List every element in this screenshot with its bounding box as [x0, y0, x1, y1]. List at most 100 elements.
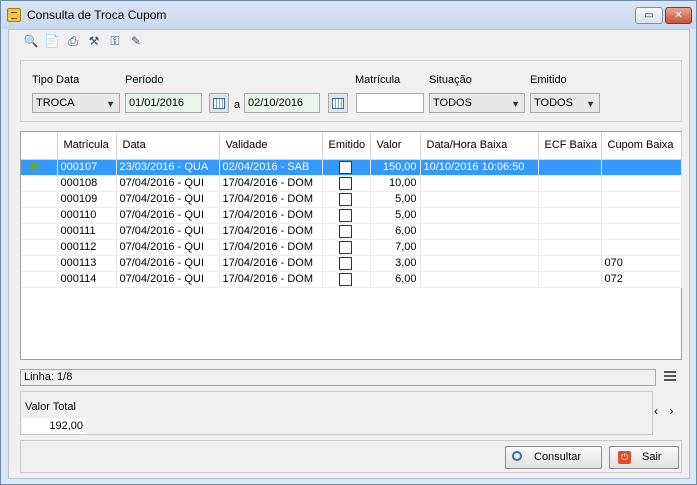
- cell-valor: 5,00: [370, 191, 421, 208]
- cell-matricula: 000114: [57, 271, 117, 288]
- emitido-checkbox[interactable]: [339, 192, 352, 206]
- matricula-label: Matrícula: [355, 74, 401, 86]
- cell-data-hora-baixa: [420, 207, 539, 224]
- table-row[interactable]: 000107 23/03/2016 - QUA 02/04/2016 - SAB 15…: [21, 159, 682, 176]
- row-indicator: [21, 239, 58, 256]
- maximize-button[interactable]: ▭: [635, 7, 663, 24]
- cell-ecf-baixa: [538, 271, 602, 288]
- cell-data-hora-baixa: 10/10/2016 10:06:50: [420, 159, 539, 176]
- cell-emitido: [322, 175, 371, 192]
- cell-ecf-baixa: [538, 255, 602, 272]
- col-data[interactable]: Data: [116, 132, 220, 160]
- document-icon[interactable]: 📄: [44, 33, 60, 49]
- col-emitido[interactable]: Emitido: [322, 132, 371, 160]
- col-valor[interactable]: Valor: [370, 132, 421, 160]
- menu-icon[interactable]: [664, 371, 676, 383]
- row-indicator: [21, 191, 58, 208]
- cell-cupom-baixa: [601, 159, 682, 176]
- cell-valor: 6,00: [370, 223, 421, 240]
- cell-cupom-baixa: [601, 207, 682, 224]
- cell-data-hora-baixa: [420, 191, 539, 208]
- col-matricula[interactable]: Matrícula: [57, 132, 117, 160]
- cell-data: 07/04/2016 - QUI: [116, 255, 220, 272]
- table-row[interactable]: 000111 07/04/2016 - QUI 17/04/2016 - DOM 6,…: [21, 223, 682, 240]
- table-row[interactable]: 000109 07/04/2016 - QUI 17/04/2016 - DOM 5,…: [21, 191, 682, 208]
- cell-data-hora-baixa: [420, 175, 539, 192]
- emitido-checkbox[interactable]: [339, 160, 352, 174]
- results-grid[interactable]: Matrícula Data Validade Emitido Valor Da…: [20, 131, 682, 360]
- scroll-arrows[interactable]: ‹ ›: [654, 404, 677, 418]
- cell-cupom-baixa: [601, 223, 682, 240]
- toolbar: 🔍 📄 ⎙ ⚒ ⚿ ✎: [23, 33, 149, 51]
- emitido-checkbox[interactable]: [339, 240, 352, 254]
- table-row[interactable]: 000110 07/04/2016 - QUI 17/04/2016 - DOM 5,…: [21, 207, 682, 224]
- emitido-checkbox[interactable]: [339, 208, 352, 222]
- cell-validade: 17/04/2016 - DOM: [219, 207, 323, 224]
- cell-matricula: 000113: [57, 255, 117, 272]
- edit-icon[interactable]: ✎: [128, 33, 144, 49]
- close-button[interactable]: ✕: [665, 7, 692, 24]
- cell-data: 07/04/2016 - QUI: [116, 191, 220, 208]
- cell-validade: 17/04/2016 - DOM: [219, 271, 323, 288]
- emitido-checkbox[interactable]: [339, 272, 352, 286]
- cell-cupom-baixa: [601, 175, 682, 192]
- totals-panel: Valor Total 192,00: [20, 391, 653, 435]
- sair-label: Sair: [642, 451, 662, 463]
- key-icon[interactable]: ⚿: [107, 33, 123, 49]
- table-row[interactable]: 000113 07/04/2016 - QUI 17/04/2016 - DOM 3,…: [21, 255, 682, 272]
- table-row[interactable]: 000114 07/04/2016 - QUI 17/04/2016 - DOM 6,…: [21, 271, 682, 288]
- cell-emitido: [322, 239, 371, 256]
- search-icon: [512, 451, 522, 461]
- cell-ecf-baixa: [538, 239, 602, 256]
- consultar-button[interactable]: Consultar: [505, 446, 602, 469]
- cell-validade: 17/04/2016 - DOM: [219, 191, 323, 208]
- col-cupom-baixa[interactable]: Cupom Baixa: [601, 132, 682, 160]
- calendar-icon: [213, 98, 225, 109]
- table-header: Matrícula Data Validade Emitido Valor Da…: [21, 132, 682, 160]
- cell-valor: 5,00: [370, 207, 421, 224]
- cell-cupom-baixa: 070: [601, 255, 682, 272]
- valor-total-value: 192,00: [22, 418, 86, 434]
- tools-icon[interactable]: ⚒: [86, 33, 102, 49]
- matricula-field[interactable]: [356, 93, 424, 113]
- emitido-checkbox[interactable]: [339, 176, 352, 190]
- cell-validade: 02/04/2016 - SAB: [219, 159, 323, 176]
- cell-valor: 6,00: [370, 271, 421, 288]
- cell-ecf-baixa: [538, 207, 602, 224]
- cell-validade: 17/04/2016 - DOM: [219, 239, 323, 256]
- cell-validade: 17/04/2016 - DOM: [219, 175, 323, 192]
- cell-matricula: 000109: [57, 191, 117, 208]
- emitido-checkbox[interactable]: [339, 224, 352, 238]
- cell-data: 07/04/2016 - QUI: [116, 271, 220, 288]
- cell-matricula: 000110: [57, 207, 117, 224]
- row-indicator: [21, 159, 58, 176]
- filter-panel: Tipo Data TROCA ▼ Período 01/01/2016 a 0…: [20, 60, 682, 122]
- cell-cupom-baixa: [601, 191, 682, 208]
- periodo-from-field[interactable]: 01/01/2016: [125, 93, 202, 113]
- tipo-data-select[interactable]: TROCA ▼: [32, 93, 120, 113]
- consultar-label: Consultar: [534, 451, 582, 463]
- print-icon[interactable]: ⎙: [65, 33, 81, 49]
- tipo-data-label: Tipo Data: [32, 74, 80, 86]
- calendar-from-button[interactable]: [209, 93, 229, 113]
- cell-ecf-baixa: [538, 191, 602, 208]
- table-row[interactable]: 000108 07/04/2016 - QUI 17/04/2016 - DOM 10…: [21, 175, 682, 192]
- col-ecf-baixa[interactable]: ECF Baixa: [538, 132, 602, 160]
- cell-data: 23/03/2016 - QUA: [116, 159, 220, 176]
- status-bar: Linha: 1/8: [20, 369, 656, 386]
- situacao-select[interactable]: TODOS ▼: [429, 93, 525, 113]
- periodo-label: Período: [125, 74, 164, 86]
- cell-data-hora-baixa: [420, 255, 539, 272]
- periodo-to-field[interactable]: 02/10/2016: [244, 93, 320, 113]
- search-icon[interactable]: 🔍: [23, 33, 39, 49]
- col-indicator: [21, 132, 58, 160]
- sair-button[interactable]: ⏻ Sair: [609, 446, 679, 469]
- col-data-hora-baixa[interactable]: Data/Hora Baixa: [420, 132, 539, 160]
- emitido-select[interactable]: TODOS ▼: [530, 93, 600, 113]
- emitido-checkbox[interactable]: [339, 256, 352, 270]
- col-validade[interactable]: Validade: [219, 132, 323, 160]
- emitido-label: Emitido: [530, 74, 567, 86]
- calendar-to-button[interactable]: [328, 93, 348, 113]
- cell-emitido: [322, 271, 371, 288]
- table-row[interactable]: 000112 07/04/2016 - QUI 17/04/2016 - DOM 7,…: [21, 239, 682, 256]
